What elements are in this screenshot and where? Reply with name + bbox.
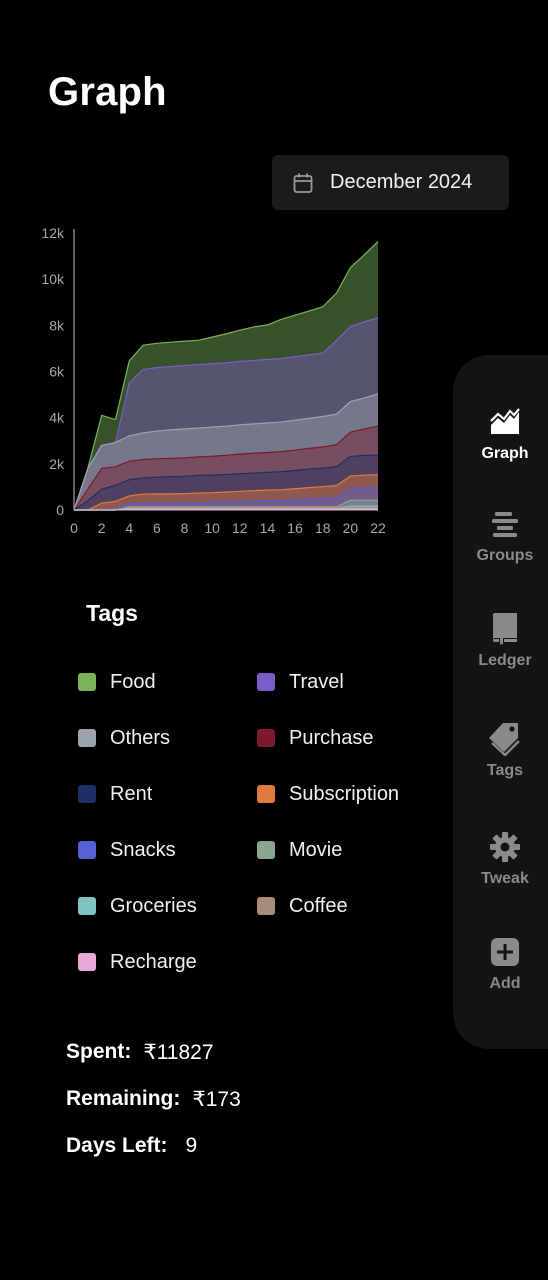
legend-item: Movie (257, 835, 342, 865)
nav-label: Ledger (478, 652, 532, 669)
days-left-value: 9 (185, 1134, 198, 1157)
x-tick-label: 20 (343, 520, 359, 536)
spent-label: Spent: (66, 1040, 132, 1063)
legend-label: Food (110, 670, 156, 693)
nav-item-ledger[interactable]: Ledger (453, 612, 548, 670)
legend-item: Groceries (78, 891, 197, 921)
legend-item: Others (78, 723, 170, 753)
nav-item-groups[interactable]: Groups (453, 507, 548, 565)
y-tick-label: 0 (56, 502, 64, 518)
legend-label: Recharge (110, 950, 197, 973)
x-tick-label: 6 (153, 520, 161, 536)
legend-label: Subscription (289, 782, 400, 805)
y-tick-label: 10k (41, 271, 65, 287)
y-tick-label: 4k (49, 410, 65, 426)
legend-item: Subscription (257, 779, 399, 809)
legend-swatch (78, 841, 96, 859)
nav-item-add[interactable]: Add (453, 935, 548, 993)
y-tick-label: 2k (49, 456, 65, 472)
legend-swatch (257, 897, 275, 915)
legend-item: Snacks (78, 835, 176, 865)
x-tick-label: 0 (70, 520, 78, 536)
legend-label: Groceries (110, 894, 197, 917)
month-picker-button[interactable]: December 2024 (272, 155, 509, 210)
legend-label: Movie (289, 838, 343, 861)
chart-svg: 0 2k 4k 6k 8k 10k 12k 0 2 4 6 8 10 12 14 16 18 20 22 (41, 225, 386, 536)
x-tick-label: 16 (287, 520, 303, 536)
nav-label: Tags (486, 762, 524, 779)
legend-label: Snacks (110, 838, 176, 861)
legend-swatch (78, 953, 96, 971)
legend-swatch (257, 785, 275, 803)
legend-swatch (257, 841, 275, 859)
legend-swatch (257, 673, 275, 691)
calendar-icon (292, 172, 314, 194)
days-left-label: Days Left: (66, 1134, 168, 1157)
tags-heading: Tags (86, 600, 138, 626)
legend-swatch (78, 673, 96, 691)
nav-item-tweak[interactable]: Tweak (453, 830, 548, 888)
legend-label: Purchase (289, 726, 374, 749)
chart-icon (488, 405, 522, 439)
legend-item: Purchase (257, 723, 374, 753)
legend-swatch (78, 729, 96, 747)
x-tick-label: 2 (98, 520, 106, 536)
nav-label: Graph (481, 445, 529, 462)
legend-item: Travel (257, 667, 344, 697)
legend-item: Recharge (78, 947, 197, 977)
list-icon (488, 507, 522, 541)
days-left-row: Days Left: 9 (66, 1134, 241, 1159)
legend-label: Others (110, 726, 171, 749)
legend-label: Travel (289, 670, 344, 693)
book-icon (488, 612, 522, 646)
gear-icon (488, 830, 522, 864)
x-tick-label: 18 (315, 520, 331, 536)
spending-stats: Spent: ₹11827 Remaining: ₹173 Days Left:… (66, 1040, 241, 1181)
legend-item: Coffee (257, 891, 348, 921)
nav-item-tags[interactable]: Tags (453, 722, 548, 780)
x-tick-label: 12 (232, 520, 248, 536)
remaining-row: Remaining: ₹173 (66, 1087, 241, 1112)
remaining-label: Remaining: (66, 1087, 181, 1110)
x-tick-label: 4 (125, 520, 133, 536)
x-tick-label: 10 (204, 520, 220, 536)
legend-swatch (78, 897, 96, 915)
x-tick-label: 22 (370, 520, 386, 536)
nav-item-graph[interactable]: Graph (453, 405, 548, 463)
legend-label: Rent (110, 782, 153, 805)
side-navigation: Graph Groups Ledger Tags Tweak Add (453, 355, 548, 1049)
plus-icon (488, 935, 522, 969)
legend-swatch (257, 729, 275, 747)
nav-label: Add (489, 975, 521, 992)
x-tick-label: 14 (260, 520, 276, 536)
legend-item: Food (78, 667, 156, 697)
spent-row: Spent: ₹11827 (66, 1040, 241, 1065)
y-tick-label: 12k (41, 225, 65, 241)
nav-label: Tweak (481, 870, 529, 887)
month-label: December 2024 (330, 171, 473, 193)
spent-value: ₹11827 (143, 1041, 214, 1064)
x-tick-label: 8 (181, 520, 189, 536)
legend-label: Coffee (289, 894, 348, 917)
remaining-value: ₹173 (192, 1088, 241, 1111)
page-title: Graph (48, 70, 167, 114)
legend-item: Rent (78, 779, 152, 809)
legend-swatch (78, 785, 96, 803)
y-tick-label: 8k (49, 317, 65, 333)
nav-label: Groups (476, 547, 534, 564)
tag-icon (488, 722, 522, 756)
y-tick-label: 6k (49, 364, 65, 380)
stacked-area-chart: 0 2k 4k 6k 8k 10k 12k 0 2 4 6 8 10 12 14 16 18 20 22 (0, 215, 400, 545)
